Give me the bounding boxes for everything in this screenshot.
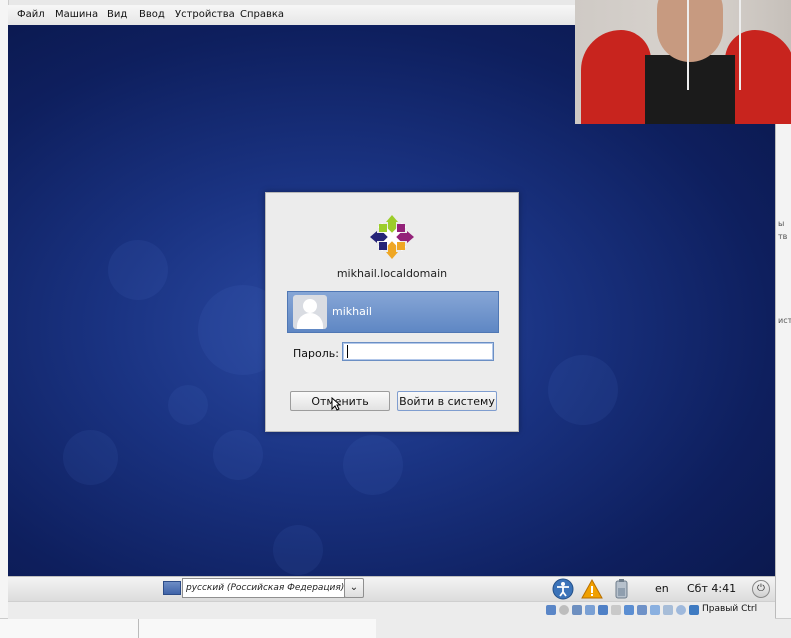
menu-input[interactable]: Ввод [139,9,165,20]
virtualization-icon[interactable] [676,605,686,615]
menu-devices[interactable]: Устройства [175,9,235,20]
background-bokeh [213,430,263,480]
password-label: Пароль: [293,347,339,360]
host-divider [138,619,139,638]
guest-bottom-panel: русский (Российская Федерация) ⌄ en Сбт … [8,576,775,601]
user-name-label: mikhail [332,305,372,318]
vbox-statusbar: Правый Ctrl [8,601,775,619]
host-desktop-bottom [0,618,791,638]
network-icon[interactable] [585,605,595,615]
display-icon[interactable] [611,605,621,615]
keyboard-flag-icon [163,581,181,595]
background-bokeh [168,385,208,425]
optical-drive-icon[interactable] [559,605,569,615]
password-input[interactable] [342,342,494,361]
usb-icon[interactable] [572,605,582,615]
background-bokeh [108,240,168,300]
chevron-down-icon[interactable]: ⌄ [344,578,364,598]
warning-icon[interactable] [581,578,603,600]
host-desktop-right-edge: ы тв ист [775,124,791,624]
webcam-shirt [645,55,735,124]
keyboard-capture-icon[interactable] [637,605,647,615]
video-capture-icon[interactable] [624,605,634,615]
menu-help[interactable]: Справка [240,9,284,20]
host-fragment: ы [778,219,785,228]
hard-disk-icon[interactable] [546,605,556,615]
accessibility-icon[interactable] [552,578,574,600]
host-fragment: ист [778,316,791,325]
host-key-arrow-icon [689,605,699,615]
earphone-wire [687,0,689,90]
keyboard-layout-indicator[interactable]: en [655,582,669,595]
login-button[interactable]: Войти в систему [397,391,497,411]
background-bokeh [548,355,618,425]
power-icon[interactable]: ⏻ [752,580,770,598]
webcam-face [657,0,723,62]
background-bokeh [63,430,118,485]
menu-machine[interactable]: Машина [55,9,98,20]
host-key-label: Правый Ctrl [702,604,758,614]
menu-file[interactable]: Файл [17,9,45,20]
webcam-overlay [575,0,791,124]
host-pane [376,619,791,638]
centos-logo [370,215,414,259]
login-dialog: mikhail.localdomain mikhail Пароль: Отме… [265,192,519,432]
hostname-label: mikhail.localdomain [336,267,448,280]
earphone-wire [739,0,741,90]
mouse-integration-icon[interactable] [650,605,660,615]
menu-view[interactable]: Вид [107,9,127,20]
shared-folders-icon[interactable] [598,605,608,615]
cpu-icon[interactable] [663,605,673,615]
background-bokeh [273,525,323,575]
clock[interactable]: Сбт 4:41 [687,582,736,595]
language-select[interactable]: русский (Российская Федерация) [182,578,345,598]
webcam-hoodie [581,30,651,124]
background-bokeh [343,435,403,495]
mouse-pointer-icon [331,397,341,411]
user-avatar-icon [293,295,327,329]
battery-icon[interactable] [610,578,632,600]
host-fragment: тв [778,232,788,241]
text-caret [347,345,348,358]
user-list-item-mikhail[interactable]: mikhail [287,291,499,333]
